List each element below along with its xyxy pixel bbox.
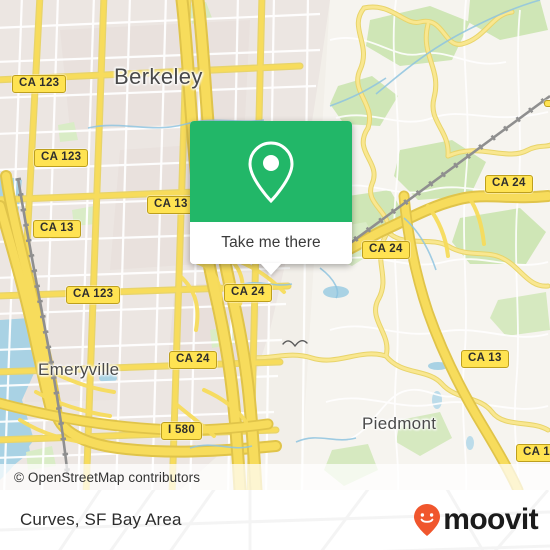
- route-shield-ca123[interactable]: CA 123: [12, 75, 67, 93]
- moovit-logo[interactable]: moovit: [412, 503, 539, 537]
- moovit-wordmark: moovit: [443, 503, 538, 536]
- route-shield-ca13[interactable]: CA 13: [147, 196, 195, 214]
- callout-header: [190, 121, 352, 222]
- map-canvas[interactable]: Berkeley Emeryville Piedmont CA 123 CA 1…: [0, 0, 550, 490]
- route-shield-ca13[interactable]: CA 13: [461, 350, 509, 368]
- route-shield-ca123[interactable]: CA 123: [66, 286, 121, 304]
- map-attribution: © OpenStreetMap contributors: [0, 464, 550, 490]
- route-shield-ca24[interactable]: CA 24: [362, 241, 410, 259]
- destination-callout[interactable]: Take me there: [190, 121, 352, 275]
- route-shield-i580[interactable]: I 580: [161, 422, 203, 440]
- callout-action[interactable]: Take me there: [190, 222, 352, 275]
- map-screen: Berkeley Emeryville Piedmont CA 123 CA 1…: [0, 0, 550, 550]
- bottom-bar: Curves, SF Bay Area moovit: [0, 490, 550, 550]
- moovit-smiley-pin-icon: [414, 504, 441, 536]
- callout-pointer: [260, 263, 282, 275]
- route-shield-ca24[interactable]: CA 24: [485, 175, 533, 193]
- route-shield-ca13[interactable]: CA 13: [516, 444, 550, 462]
- attribution-text[interactable]: © OpenStreetMap contributors: [0, 470, 200, 485]
- route-shield-ca24[interactable]: CA 24: [169, 351, 217, 369]
- route-shield-ca123[interactable]: CA 123: [34, 149, 89, 167]
- callout-action-label: Take me there: [221, 234, 321, 251]
- location-pin-icon: [248, 140, 294, 203]
- route-shield-partial[interactable]: [544, 100, 550, 107]
- route-shield-ca24[interactable]: CA 24: [224, 284, 272, 302]
- place-title: Curves, SF Bay Area: [20, 510, 182, 529]
- route-shield-ca13[interactable]: CA 13: [33, 220, 81, 238]
